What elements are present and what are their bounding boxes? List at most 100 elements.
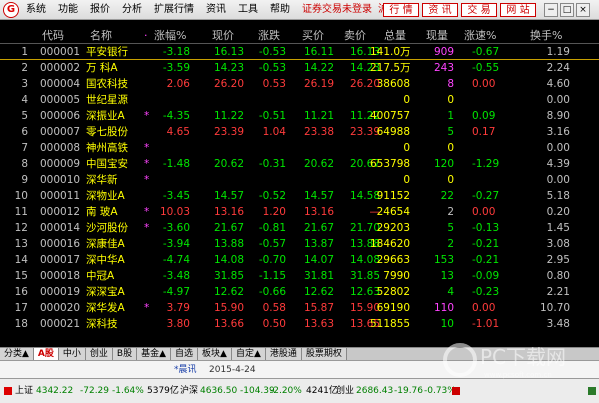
menu-system[interactable]: 系统 (26, 0, 46, 20)
col-ask[interactable]: 卖价 (344, 29, 366, 43)
change-value (252, 172, 286, 188)
tab-b-shares[interactable]: B股 (112, 348, 138, 360)
turnover-pct: 2.24 (546, 62, 570, 74)
minimize-icon[interactable]: − (544, 3, 558, 17)
quotes-button[interactable]: 行 情 (383, 3, 419, 17)
tab-hk-connect[interactable]: 港股通 (265, 348, 302, 360)
col-change[interactable]: 涨跌 (258, 29, 280, 43)
total-volume: 29663 (376, 254, 410, 266)
tab-chinext[interactable]: 创业 (85, 348, 113, 360)
trade-button[interactable]: 交 易 (461, 3, 497, 17)
tab-watchlist[interactable]: 自选 (171, 348, 199, 360)
stock-name: 平安银行 (86, 46, 128, 58)
tab-custom[interactable]: 自定▲ (231, 348, 266, 360)
table-row[interactable]: 11 000012 南 玻A * 10.03 13.16 1.20 13.16—24654 2 0… (0, 204, 599, 220)
sh-pct: -1.64% (112, 386, 144, 396)
menu-analysis[interactable]: 分析 (122, 0, 142, 20)
tab-category[interactable]: 分类▲ (0, 348, 34, 360)
current-price: 21.67 (213, 222, 244, 234)
tab-sme[interactable]: 中小 (58, 348, 86, 360)
table-row[interactable]: 17 000020 深华发A * 3.79 15.90 0.58 15.87 15.90 6919… (0, 300, 599, 316)
col-price[interactable]: 现价 (212, 29, 234, 43)
col-bid[interactable]: 买价 (302, 29, 324, 43)
news-ticker[interactable]: *晨讯 2015-4-24 (0, 360, 599, 378)
table-row[interactable]: 3 000004 国农科技 2.06 26.20 0.53 26.19 26.20 38608 8… (0, 76, 599, 92)
menu-quote[interactable]: 报价 (90, 0, 110, 20)
tab-sectors[interactable]: 板块▲ (198, 348, 232, 360)
stock-name: 万 科A (86, 62, 118, 74)
total-volume: 0 (403, 142, 410, 154)
stock-code: 000012 (40, 206, 81, 218)
table-row[interactable]: 10 000011 深物业A -3.45 14.57 -0.52 14.57 14.58 911… (0, 188, 599, 204)
tab-stock-options[interactable]: 股票期权 (301, 348, 347, 360)
sh-label: 上证 (15, 386, 34, 396)
col-code[interactable]: 代码 (42, 29, 64, 43)
change-pct: 3.79 (166, 302, 190, 314)
table-row[interactable]: 15 000018 中冠A -3.48 31.85 -1.15 31.81 31.85 7990… (0, 268, 599, 284)
row-number: 7 (21, 142, 28, 154)
stock-name: 零七股份 (86, 126, 128, 138)
col-name[interactable]: 名称 (90, 29, 112, 43)
col-change-pct[interactable]: 涨幅% (154, 29, 186, 43)
sz-label: 沪深 (180, 386, 199, 396)
change-pct: -3.60 (162, 222, 190, 234)
table-row[interactable]: 18 000021 深科技 3.80 13.66 0.50 13.63 13.65 511855… (0, 316, 599, 332)
current-price: 13.66 (213, 318, 244, 330)
close-icon[interactable]: × (576, 3, 590, 17)
total-volume: 511855 (370, 318, 411, 330)
menu-extended-quotes[interactable]: 扩展行情 (154, 0, 194, 20)
table-row[interactable]: 12 000014 沙河股份 * -3.60 21.67 -0.81 21.67 21.70 29… (0, 220, 599, 236)
table-row[interactable]: 7 000008 神州高铁 * 0 0 0.00 (0, 140, 599, 156)
news-button[interactable]: 资 讯 (422, 3, 458, 17)
current-price (200, 172, 244, 188)
total-volume: 653798 (370, 158, 411, 170)
col-turnover[interactable]: 换手% (530, 29, 562, 43)
table-row[interactable]: 14 000017 深中华A -4.74 14.08 -0.70 14.07 14.08 296… (0, 252, 599, 268)
menu-tools[interactable]: 工具 (238, 0, 258, 20)
table-row[interactable]: 13 000016 深康佳A -3.94 13.88 -0.57 13.87 13.88 184… (0, 236, 599, 252)
row-number: 8 (21, 158, 28, 170)
news-date: 2015-4-24 (209, 365, 256, 375)
table-row[interactable]: 1 000001 平安银行 -3.18 16.13 -0.53 16.11 16.13 141.… (0, 44, 599, 60)
row-number: 12 (14, 222, 28, 234)
news-label[interactable]: *晨讯 (174, 363, 197, 377)
col-current-volume[interactable]: 现量 (426, 29, 448, 43)
stock-name: 中冠A (86, 270, 115, 282)
website-button[interactable]: 网 站 (500, 3, 536, 17)
col-speed[interactable]: 涨速% (464, 29, 496, 43)
tab-funds[interactable]: 基金▲ (137, 348, 172, 360)
speed-pct: 0.00 (472, 206, 496, 218)
maximize-icon[interactable]: □ (560, 3, 574, 17)
table-header: 代码 名称 · 涨幅% 现价 涨跌 买价 卖价 总量 现量 涨速% 换手% (0, 29, 599, 43)
tab-a-shares[interactable]: A股 (33, 348, 59, 360)
row-number: 10 (14, 190, 28, 202)
table-row[interactable]: 8 000009 中国宝安 * -1.48 20.62 -0.31 20.62 20.67 653… (0, 156, 599, 172)
change-pct: -3.45 (162, 190, 190, 202)
menu-help[interactable]: 帮助 (270, 0, 290, 20)
app-logo-icon[interactable]: G (3, 2, 19, 18)
cy-index[interactable]: 2686.43 (356, 384, 393, 398)
speed-pct: -1.01 (472, 318, 500, 330)
table-row[interactable]: 6 000007 零七股份 4.65 23.39 1.04 23.38 23.39 64988 5… (0, 124, 599, 140)
menu-function[interactable]: 功能 (58, 0, 78, 20)
total-volume: 7990 (383, 270, 410, 282)
change-pct: -4.74 (162, 254, 190, 266)
trade-login-notice[interactable]: 证券交易未登录 (302, 0, 372, 20)
row-number: 9 (21, 174, 28, 186)
stock-code: 000004 (40, 78, 81, 90)
sz-index[interactable]: 4636.50 (200, 384, 237, 398)
table-row[interactable]: 16 000019 深深宝A -4.97 12.62 -0.66 12.62 12.63 528… (0, 284, 599, 300)
table-row[interactable]: 2 000002 万 科A -3.59 14.23 -0.53 14.22 14.23 217.… (0, 60, 599, 76)
menu-info[interactable]: 资讯 (206, 0, 226, 20)
table-row[interactable]: 4 000005 世纪星源 0 0 0.00 (0, 92, 599, 108)
turnover-pct: 1.45 (546, 222, 570, 234)
stock-name: 神州高铁 (86, 142, 128, 154)
table-row[interactable]: 5 000006 深振业A * -4.35 11.22 -0.51 11.21 11.22 400… (0, 108, 599, 124)
stock-code: 000006 (40, 110, 81, 122)
current-price: 20.62 (213, 158, 244, 170)
turnover-pct: 4.39 (546, 158, 570, 170)
change-value: 0.50 (262, 318, 286, 330)
col-volume[interactable]: 总量 (384, 29, 406, 43)
table-row[interactable]: 9 000010 深华新 * 0 0 0.00 (0, 172, 599, 188)
sh-index[interactable]: 4342.22 (36, 384, 73, 398)
